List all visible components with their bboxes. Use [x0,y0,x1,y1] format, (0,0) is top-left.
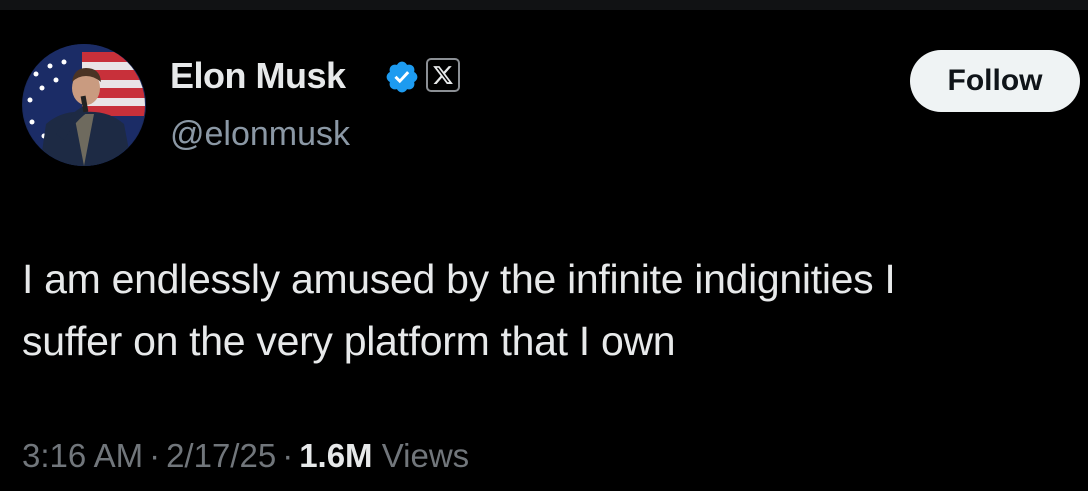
meta-separator: · [149,437,161,474]
tweet-text: I am endlessly amused by the infinite in… [22,248,1072,372]
username-handle[interactable]: @elonmusk [170,113,350,155]
avatar[interactable] [22,44,146,166]
meta-separator: · [282,437,294,474]
top-bar [0,0,1088,10]
display-name[interactable]: Elon Musk [170,54,346,98]
tweet-date[interactable]: 2/17/25 [166,437,276,474]
views-label: Views [381,437,470,474]
tweet-text-line: I am endlessly amused by the infinite in… [22,256,896,302]
tweet-text-line: suffer on the very platform that I own [22,318,676,364]
follow-button[interactable]: Follow [910,50,1080,112]
x-affiliation-badge[interactable] [426,58,460,92]
verified-badge-icon[interactable] [384,59,420,95]
tweet-time[interactable]: 3:16 AM [22,437,143,474]
tweet-meta: 3:16 AM · 2/17/25 · 1.6M Views [22,434,469,478]
views-count[interactable]: 1.6M [299,437,372,474]
profile-photo [23,44,145,166]
x-logo-icon [433,66,453,84]
